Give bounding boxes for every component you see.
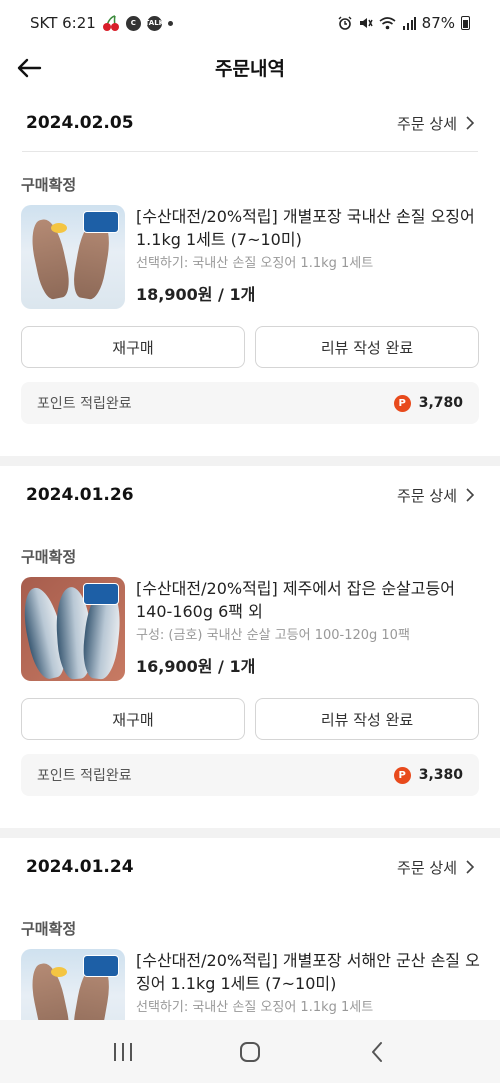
- order-card: 2024.01.26 주문 상세 구매확정 [수산대전/20%적립] 제주에서 …: [0, 467, 500, 807]
- order-header: 2024.02.05 주문 상세: [0, 95, 500, 151]
- recent-apps-icon: [114, 1042, 133, 1061]
- product-price: 18,900원 / 1개: [136, 285, 256, 304]
- order-detail-label: 주문 상세: [397, 858, 457, 877]
- product-thumbnail[interactable]: [21, 205, 125, 309]
- event-tag-image: [83, 211, 119, 233]
- status-bar: SKT 6:21 C TALK 87%: [0, 0, 500, 46]
- order-card: 2024.01.24 주문 상세 구매확정 [수산대전/20%적립] 개별포장 …: [0, 839, 500, 1020]
- chevron-right-icon: [466, 860, 474, 874]
- section-divider: [0, 828, 500, 838]
- order-detail-label: 주문 상세: [397, 114, 457, 133]
- order-status: 구매확정: [21, 920, 77, 938]
- carrier-time: SKT 6:21: [30, 14, 96, 32]
- event-tag-image: [83, 955, 119, 977]
- home-icon: [239, 1041, 260, 1062]
- arrow-left-icon: [17, 58, 42, 78]
- point-amount: P 3,780: [393, 394, 463, 412]
- product-row[interactable]: [수산대전/20%적립] 개별포장 국내산 손질 오징어 1.1kg 1세트 (…: [21, 205, 481, 310]
- product-option: 선택하기: 국내산 손질 오징어 1.1kg 1세트: [136, 256, 374, 271]
- point-icon: P: [393, 766, 411, 784]
- order-detail-link[interactable]: 주문 상세: [397, 113, 474, 134]
- home-button[interactable]: [228, 1030, 272, 1074]
- product-option: 선택하기: 국내산 손질 오징어 1.1kg 1세트: [136, 1000, 374, 1015]
- chevron-right-icon: [466, 488, 474, 502]
- status-right: 87%: [338, 14, 470, 32]
- rebuy-button[interactable]: 재구매: [21, 698, 245, 740]
- product-row[interactable]: [수산대전/20%적립] 개별포장 서해안 군산 손질 오징어 1.1kg 1세…: [21, 949, 481, 1020]
- divider: [22, 151, 478, 152]
- page-title: 주문내역: [215, 57, 285, 80]
- lemon-shape: [51, 967, 67, 977]
- product-price: 16,900원 / 1개: [136, 657, 256, 676]
- system-back-button[interactable]: [355, 1030, 399, 1074]
- app-header: 주문내역: [0, 46, 500, 88]
- product-info: [수산대전/20%적립] 제주에서 잡은 순살고등어 140-160g 6팩 외…: [136, 577, 481, 677]
- product-title[interactable]: [수산대전/20%적립] 개별포장 국내산 손질 오징어 1.1kg 1세트 (…: [136, 205, 481, 251]
- point-label: 포인트 적립완료: [37, 768, 132, 784]
- product-info: [수산대전/20%적립] 개별포장 서해안 군산 손질 오징어 1.1kg 1세…: [136, 949, 481, 1018]
- alarm-icon: [338, 16, 352, 30]
- product-row[interactable]: [수산대전/20%적립] 제주에서 잡은 순살고등어 140-160g 6팩 외…: [21, 577, 481, 682]
- order-header: 2024.01.24 주문 상세: [0, 839, 500, 895]
- talk-icon: TALK: [145, 15, 164, 31]
- product-option: 구성: (금호) 국내산 순살 고등어 100-120g 10팩: [136, 628, 410, 643]
- order-status: 구매확정: [21, 548, 77, 566]
- battery-icon: [461, 16, 470, 30]
- order-date: 2024.02.05: [26, 113, 134, 133]
- point-box: 포인트 적립완료 P 3,380: [21, 754, 479, 796]
- product-thumbnail[interactable]: [21, 577, 125, 681]
- battery-text: 87%: [421, 14, 455, 32]
- status-left: SKT 6:21 C TALK: [30, 14, 173, 32]
- review-complete-button[interactable]: 리뷰 작성 완료: [255, 326, 479, 368]
- order-detail-label: 주문 상세: [397, 486, 457, 505]
- back-icon: [371, 1041, 382, 1062]
- order-detail-link[interactable]: 주문 상세: [397, 485, 474, 506]
- order-status: 구매확정: [21, 176, 77, 194]
- point-value: 3,780: [418, 395, 463, 411]
- order-card: 2024.02.05 주문 상세 구매확정 [수산대전/20%적립] 개별포장 …: [0, 95, 500, 435]
- c-badge-icon: C: [125, 15, 141, 31]
- order-detail-link[interactable]: 주문 상세: [397, 857, 474, 878]
- order-header: 2024.01.26 주문 상세: [0, 467, 500, 523]
- product-thumbnail[interactable]: [21, 949, 125, 1020]
- point-amount: P 3,380: [393, 766, 463, 784]
- product-info: [수산대전/20%적립] 개별포장 국내산 손질 오징어 1.1kg 1세트 (…: [136, 205, 481, 305]
- recent-apps-button[interactable]: [101, 1030, 145, 1074]
- wifi-icon: [379, 17, 396, 30]
- event-tag-image: [83, 583, 119, 605]
- dot-icon: [167, 20, 173, 26]
- product-title[interactable]: [수산대전/20%적립] 개별포장 서해안 군산 손질 오징어 1.1kg 1세…: [136, 949, 481, 995]
- product-title[interactable]: [수산대전/20%적립] 제주에서 잡은 순살고등어 140-160g 6팩 외: [136, 577, 481, 623]
- back-button[interactable]: [12, 51, 46, 85]
- section-divider: [0, 456, 500, 466]
- order-date: 2024.01.24: [26, 857, 134, 877]
- point-box: 포인트 적립완료 P 3,780: [21, 382, 479, 424]
- order-date: 2024.01.26: [26, 485, 134, 505]
- cherry-icon: [102, 15, 119, 31]
- point-label: 포인트 적립완료: [37, 396, 132, 412]
- signal-icon: [402, 17, 416, 30]
- point-value: 3,380: [418, 767, 463, 783]
- rebuy-button[interactable]: 재구매: [21, 326, 245, 368]
- point-icon: P: [393, 394, 411, 412]
- mute-icon: [359, 18, 373, 28]
- system-nav-bar: [0, 1020, 500, 1083]
- chevron-right-icon: [466, 116, 474, 130]
- review-complete-button[interactable]: 리뷰 작성 완료: [255, 698, 479, 740]
- lemon-shape: [51, 223, 67, 233]
